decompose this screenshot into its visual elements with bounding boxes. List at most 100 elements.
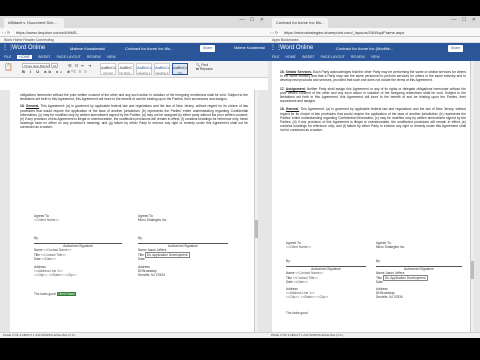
screen: Affidavit v. Document Sch... — ☐ ✕ ‹ › ⟳… [0, 0, 480, 360]
scroll-thumb[interactable] [255, 220, 258, 238]
left-browser-window: Affidavit v. Document Sch... — ☐ ✕ ‹ › ⟳… [0, 16, 268, 338]
format-buttons[interactable]: B I U ab x₂ x² [22, 69, 75, 74]
right-window-controls[interactable]: — ☐ ✕ [452, 17, 478, 23]
date-label: Date [34, 256, 41, 261]
tab-review[interactable]: REVIEW [351, 55, 365, 59]
tab-file[interactable]: FILE [4, 55, 11, 59]
left-ribbon: 📋 Times New Roman 10 B I U ab x₂ x² ☰ ☷ ⇤… [0, 61, 268, 78]
style-name: Normal [103, 71, 113, 75]
style-title[interactable]: AaBbCc Title [172, 63, 188, 75]
right-menu-tabs: FILE HOME INSERT PAGE LAYOUT REVIEW VIEW [268, 54, 480, 61]
share-button[interactable]: Share [448, 45, 464, 52]
nav-arrows-icon[interactable]: ‹ › ⟳ [270, 28, 278, 36]
font-size-select[interactable]: 10 [51, 63, 58, 68]
style-preview: AaBbCc [155, 65, 170, 70]
similar-services-section: 16. Similar Services. Each Party acknowl… [280, 70, 466, 83]
agreed-to-left: Agreed To: <<Client Name>> [286, 241, 311, 249]
tab-review[interactable]: REVIEW [87, 55, 101, 59]
style-no-spacing[interactable]: AaBbC No Spac... [118, 63, 134, 75]
date-field[interactable]: <<Date>> [294, 280, 308, 284]
signer-title: Dir. Application Development [382, 274, 428, 281]
style-preview: AaBbC [119, 65, 133, 70]
company-name: Micro Strategies Inc. [376, 245, 406, 250]
left-sig-fields: By: Authorized Signature Name <<Contact … [34, 236, 122, 278]
city-state-zip-field[interactable]: <<City>>, <<State>> <<Zip>> [286, 295, 366, 299]
right-sig-fields: By: Authorized Signature Name Jason Jeff… [138, 236, 228, 278]
right-document-area: 16. Similar Services. Each Party acknowl… [268, 61, 480, 332]
tab-page-layout[interactable]: PAGE LAYOUT [321, 55, 345, 59]
client-name-field[interactable]: <<Client Name>> [34, 218, 59, 222]
client-name-field[interactable]: <<Client Name>> [286, 245, 311, 249]
style-preview: AaBbCc [173, 65, 188, 70]
app-name: Word Online [280, 45, 314, 51]
style-preview: AaBbCc [137, 65, 152, 70]
tab-file[interactable]: FILE [272, 55, 279, 59]
city-state-zip-field[interactable]: <<City>>, <<State>> <<Zip>> [34, 273, 122, 277]
comment-line: Thx looks good [286, 311, 308, 315]
right-browser-tab[interactable]: Contract for Acme Inc Mo... [272, 18, 328, 28]
right-status-bar: PAGE 3 OF 3 ABOUT 1,240 WORDS ENGLISH (U… [268, 332, 480, 338]
by-label: By: [138, 236, 143, 240]
app-name: Word Online [12, 45, 46, 51]
scroll-thumb[interactable] [471, 261, 474, 279]
tab-page-layout[interactable]: PAGE LAYOUT [57, 55, 81, 59]
right-scrollbar[interactable] [470, 61, 474, 332]
doc-title[interactable]: Contract for Acme Inc (Modifie... [336, 43, 393, 54]
style-heading-2[interactable]: AaBbCc Heading 2 [154, 63, 170, 75]
agreed-to-right: Agreed To: Micro Strategies Inc. [138, 214, 167, 222]
left-wordonline-header: ⋮⋮ Word Online Malene Kowalewski Contrac… [0, 43, 268, 54]
highlight-tag[interactable]: Client Name [56, 292, 77, 296]
font-group: Times New Roman 10 B I U ab x₂ x² [22, 63, 75, 75]
right-wordonline-header: ⋮⋮ Word Online Contract for Acme Inc (Mo… [268, 43, 480, 54]
app-launcher-icon[interactable]: ⋮⋮ [2, 45, 14, 52]
tab-home[interactable]: HOME [17, 55, 32, 59]
style-name: Heading 2 [155, 71, 169, 75]
comment-text: Thx looks good [34, 292, 56, 296]
right-url: https://microstrategies.sharepoint.com/_… [284, 30, 405, 35]
agreed-to-right: Agreed To: Micro Strategies Inc. [376, 241, 405, 249]
right-address-bar[interactable]: ‹ › ⟳ https://microstrategies.sharepoint… [268, 28, 480, 37]
tab-home[interactable]: HOME [285, 55, 296, 59]
right-tab-strip: Contract for Acme Inc Mo... — ☐ ✕ [268, 16, 480, 28]
style-preview: AaBbCc [101, 65, 116, 70]
date-label: Date [138, 256, 145, 261]
left-scrollbar[interactable] [254, 90, 258, 332]
date-label: Date [286, 279, 293, 284]
style-name: No Spac... [119, 71, 133, 75]
font-name-select[interactable]: Times New Roman [22, 63, 50, 68]
section-text: This Agreement: (a) is governed by appli… [20, 104, 249, 130]
style-normal[interactable]: AaBbCc Normal [100, 63, 116, 75]
style-heading-1[interactable]: AaBbCc Heading 1 [136, 63, 152, 75]
paste-icon[interactable]: 📋 [4, 63, 13, 72]
left-menu-tabs: FILE HOME INSERT PAGE LAYOUT REVIEW VIEW [0, 54, 268, 61]
left-document-area: obligations hereunder without the prior … [0, 90, 268, 332]
left-url: https://www.dropbox.com/s/AHM5... [16, 30, 80, 35]
doc-title[interactable]: Contract for Acme Inc Mo... [125, 43, 173, 54]
tab-insert[interactable]: INSERT [302, 55, 315, 59]
user-name[interactable]: Malene Kowalewski [234, 43, 265, 54]
share-button[interactable]: Share [200, 45, 216, 52]
left-address-bar[interactable]: ‹ › ⟳ https://www.dropbox.com/s/AHM5... [0, 28, 268, 37]
tab-view[interactable]: VIEW [371, 55, 380, 59]
date-field[interactable]: <<Date>> [42, 257, 56, 261]
by-label: By: [286, 259, 291, 263]
paragraph-group: ☰ ☷ ⇤ ⇥ ≡ ≡ ≡ ≡ [68, 63, 92, 75]
align-buttons[interactable]: ≡ ≡ ≡ ≡ [68, 69, 92, 74]
agreed-to-left: Agreed To: <<Client Name>> [34, 214, 59, 222]
signer-title: Dir. Application Development [144, 251, 190, 258]
replace-icon[interactable]: ⇄ Replace [196, 67, 213, 71]
left-browser-tab[interactable]: Affidavit v. Document Sch... [4, 18, 64, 28]
left-document-page[interactable]: obligations hereunder without the prior … [10, 90, 258, 332]
date-label: Date [376, 279, 383, 284]
comment-text: Thx looks good [286, 311, 308, 315]
tab-insert[interactable]: INSERT [38, 55, 51, 59]
assignment-section: 17. Assignment. Neither Party shall assi… [280, 87, 466, 104]
tab-view[interactable]: VIEW [107, 55, 116, 59]
style-name: Heading 1 [137, 71, 151, 75]
list-buttons[interactable]: ☰ ☷ ⇤ ⇥ [68, 63, 92, 68]
general-section: 18. General. This Agreement: (a) is gove… [280, 107, 466, 132]
app-launcher-icon[interactable]: ⋮⋮ [270, 45, 282, 52]
nav-arrows-icon[interactable]: ‹ › ⟳ [2, 28, 10, 36]
right-document-page[interactable]: 16. Similar Services. Each Party acknowl… [272, 61, 474, 332]
left-window-controls[interactable]: — ☐ ✕ [240, 17, 266, 23]
